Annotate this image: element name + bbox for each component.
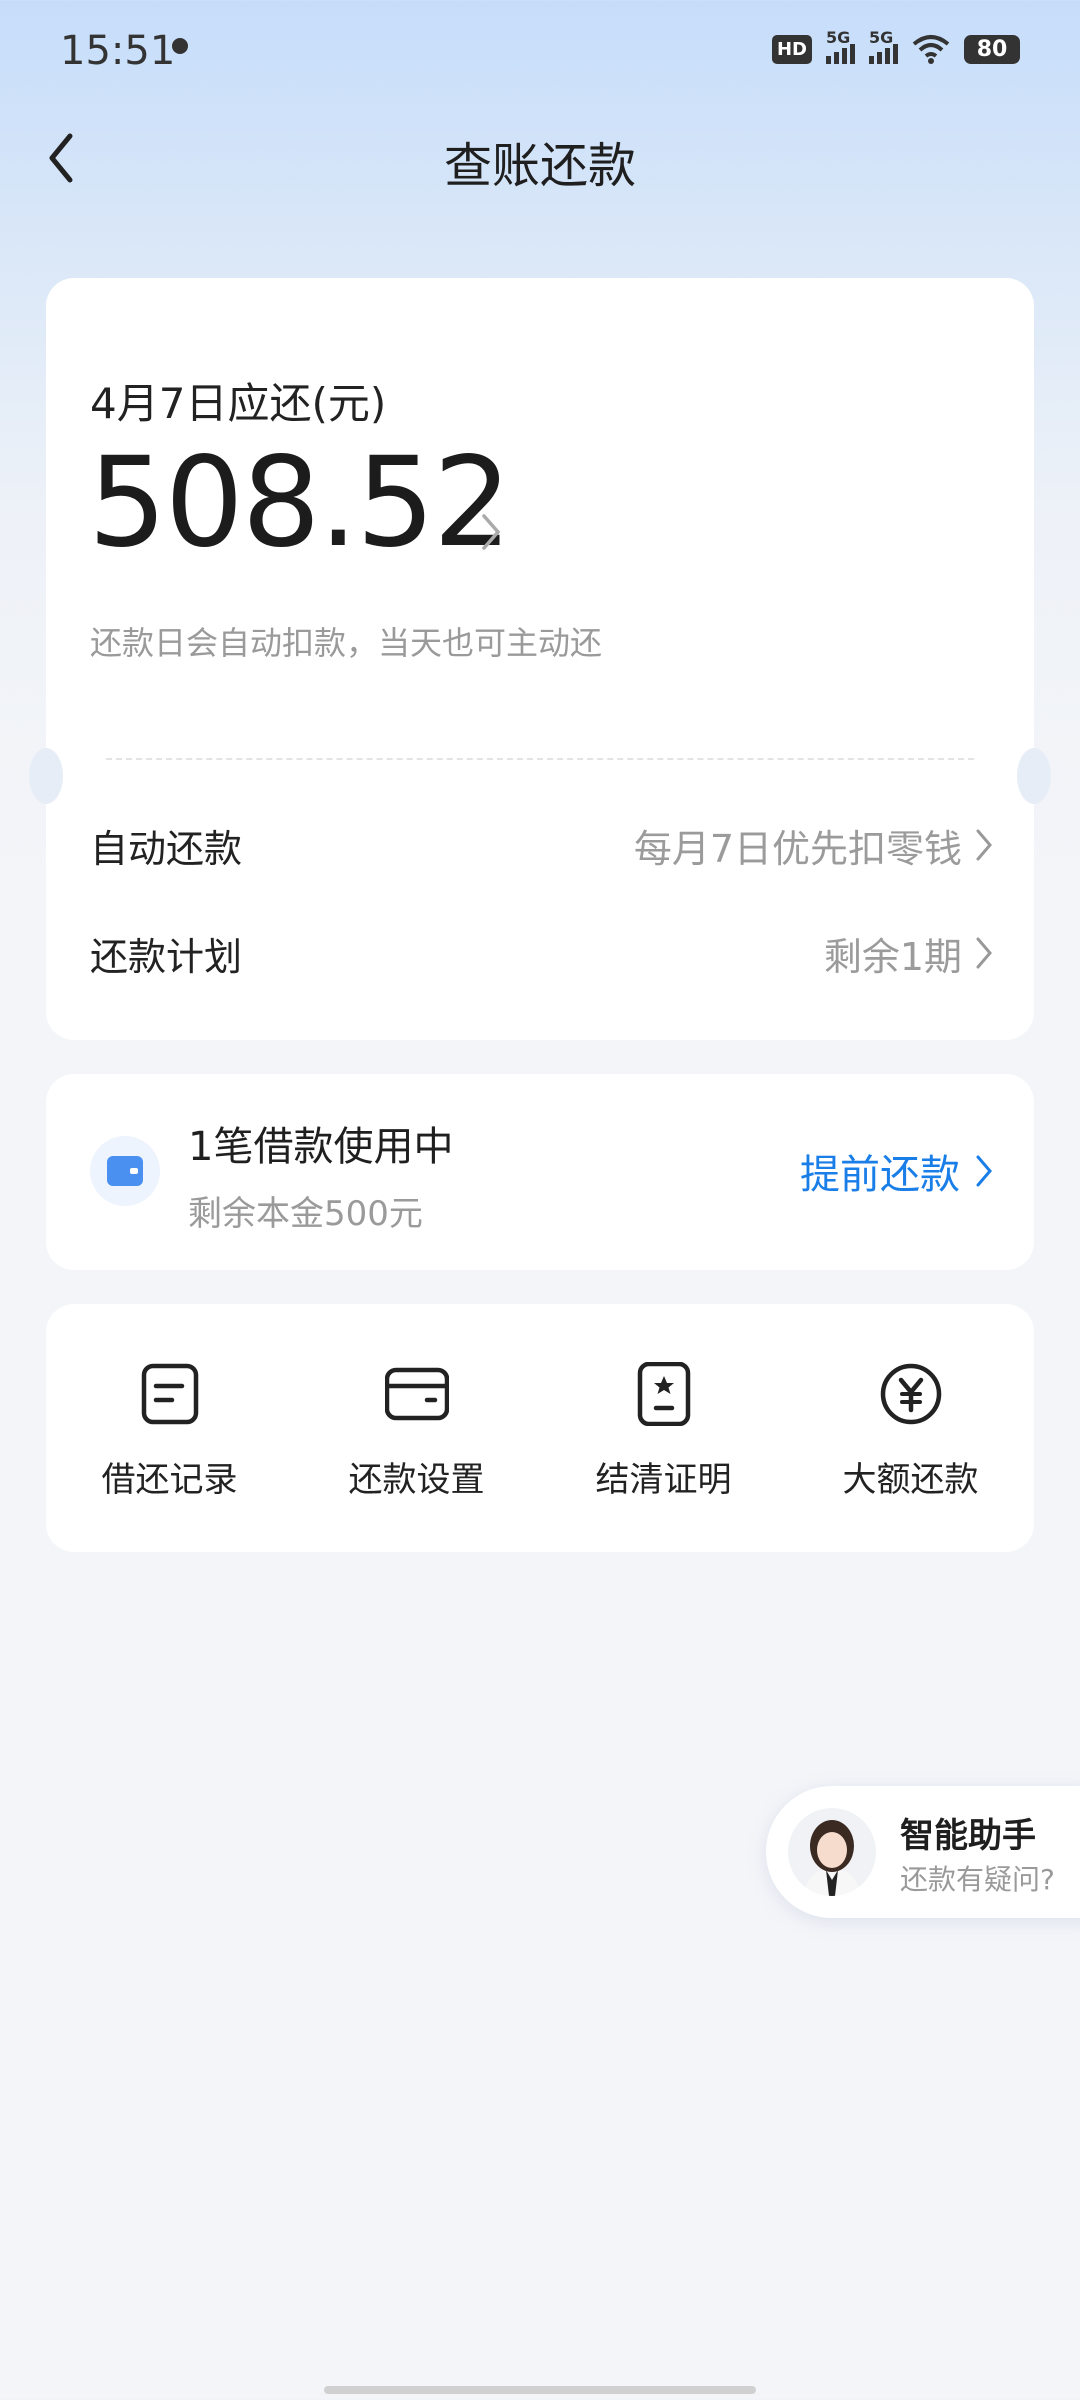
amount-chevron-icon[interactable] (478, 510, 504, 554)
chevron-right-icon (976, 829, 992, 861)
certificate-icon (637, 1362, 690, 1426)
tool-large-repay[interactable]: 大额还款 (801, 1362, 1021, 1501)
due-label: 4月7日应还(元) (90, 379, 387, 428)
nav-bar: 查账还款 (0, 120, 1080, 200)
repay-plan-value: 剩余1期 (823, 934, 962, 979)
repay-hint: 还款日会自动扣款，当天也可主动还 (90, 624, 603, 662)
loan-remaining: 剩余本金500元 (188, 1194, 423, 1234)
wifi-icon (912, 35, 950, 64)
prepay-label: 提前还款 (800, 1152, 960, 1198)
assistant-subtitle: 还款有疑问? (900, 1863, 1055, 1896)
ticket-notch-right (1017, 748, 1051, 804)
tool-label: 结清证明 (595, 1460, 732, 1500)
auto-repay-value: 每月7日优先扣零钱 (633, 826, 962, 871)
tool-loan-records[interactable]: 借还记录 (60, 1362, 280, 1501)
tool-label: 还款设置 (348, 1460, 485, 1500)
chevron-right-icon (976, 1155, 992, 1187)
dashed-divider (106, 758, 974, 760)
battery-icon: 80 (964, 34, 1020, 64)
hd-icon: HD (771, 34, 812, 64)
auto-repay-row[interactable]: 自动还款 每月7日优先扣零钱 (90, 810, 994, 880)
status-time: 15:51 (60, 28, 176, 74)
status-bar: 15:51 HD 5G 5G 80 (0, 0, 1080, 100)
tool-label: 借还记录 (101, 1460, 238, 1500)
card-icon (384, 1367, 449, 1421)
record-icon (141, 1363, 198, 1425)
loan-title: 1笔借款使用中 (188, 1124, 454, 1170)
assistant-avatar (788, 1808, 876, 1896)
repay-plan-label: 还款计划 (90, 934, 243, 979)
due-amount[interactable]: 508.52 (88, 438, 512, 568)
home-indicator[interactable] (324, 2386, 756, 2394)
tool-label: 大额还款 (842, 1460, 979, 1500)
yuan-icon (880, 1363, 941, 1425)
do-not-disturb-icon (172, 38, 188, 54)
status-icons: HD 5G 5G 80 (771, 28, 1020, 64)
signal-icon-2: 5G (869, 28, 898, 64)
loan-card: 1笔借款使用中 剩余本金500元 提前还款 (46, 1074, 1034, 1270)
repay-plan-row[interactable]: 还款计划 剩余1期 (90, 918, 994, 988)
prepay-button[interactable]: 提前还款 (800, 1142, 994, 1200)
assistant-title: 智能助手 (900, 1816, 1036, 1856)
tool-settlement-proof[interactable]: 结清证明 (554, 1362, 774, 1501)
ticket-notch-left (29, 748, 63, 804)
auto-repay-label: 自动还款 (90, 826, 243, 871)
chevron-right-icon (976, 937, 992, 969)
page-title: 查账还款 (443, 138, 636, 194)
tools-card: 借还记录 还款设置 结清证明 大额还款 (46, 1304, 1034, 1552)
signal-icon: 5G (826, 28, 855, 64)
tool-repay-settings[interactable]: 还款设置 (307, 1362, 527, 1501)
wallet-icon (90, 1136, 160, 1206)
bill-card: 4月7日应还(元) 508.52 还款日会自动扣款，当天也可主动还 自动还款 每… (29, 278, 1051, 1040)
smart-assistant-button[interactable]: 智能助手 还款有疑问? (766, 1786, 1080, 1918)
